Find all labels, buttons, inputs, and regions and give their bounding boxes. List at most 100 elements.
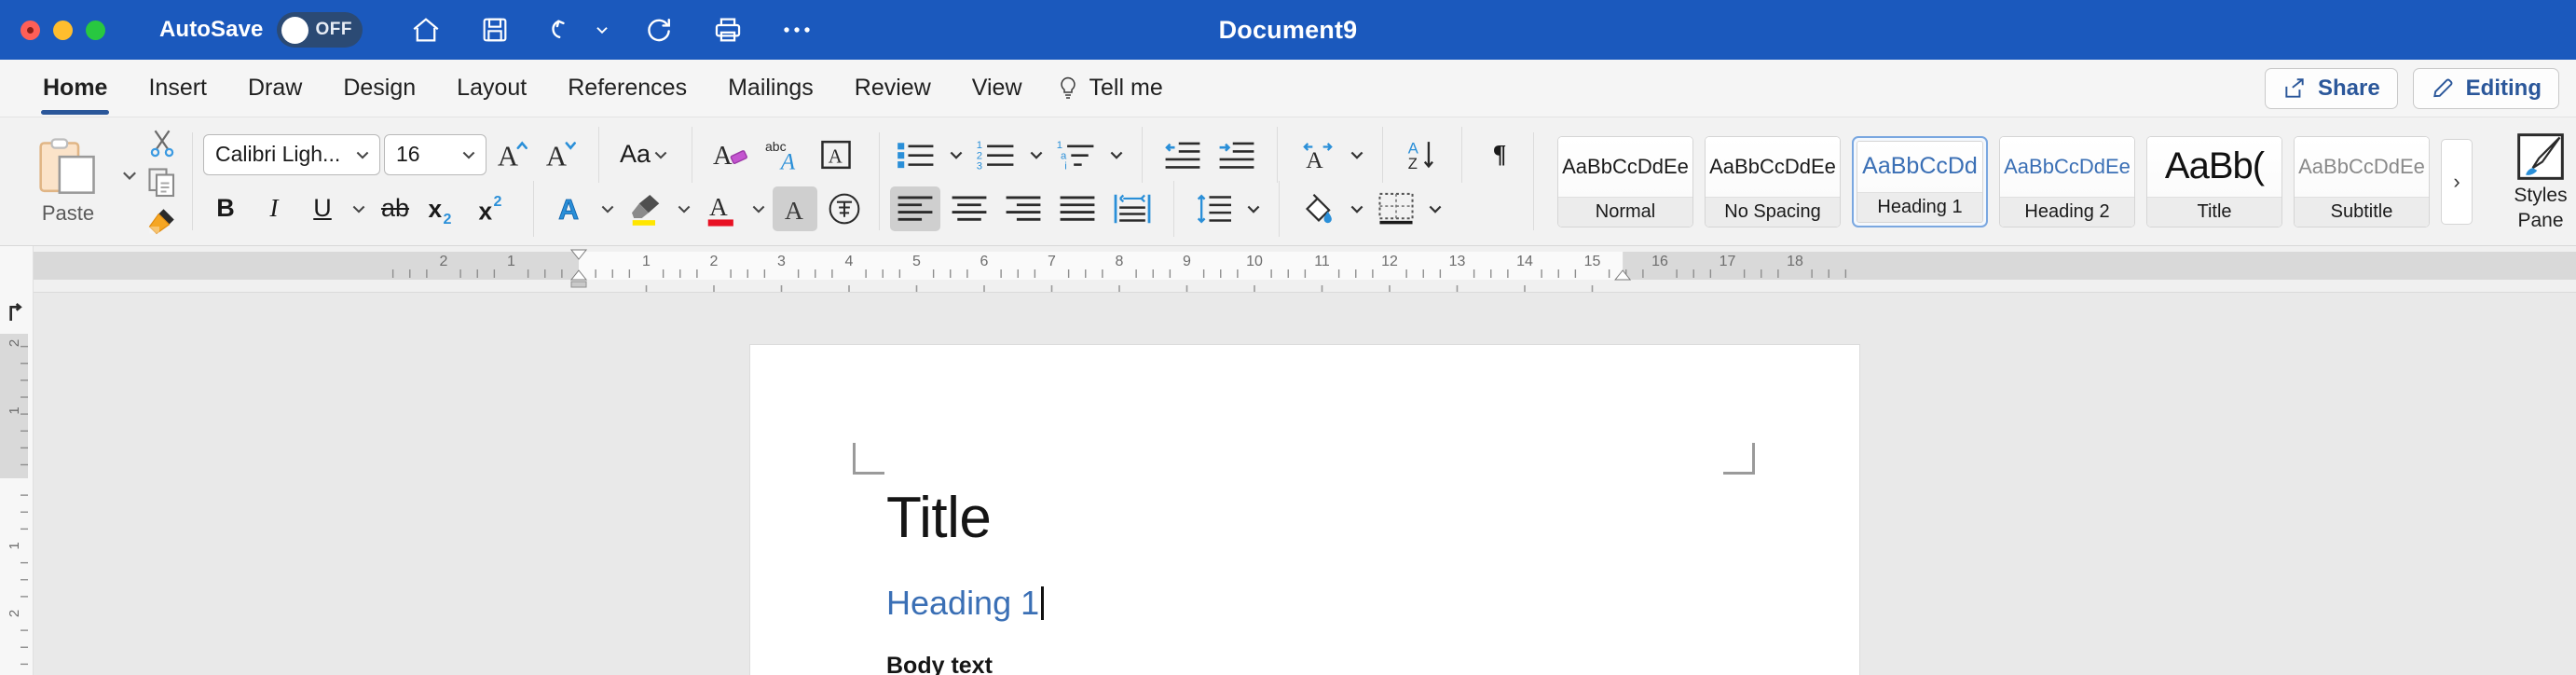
text-effects-caret-icon[interactable] (597, 199, 618, 219)
tab-insert[interactable]: Insert (128, 60, 227, 117)
highlight-caret-icon[interactable] (674, 199, 694, 219)
bullets-caret-icon[interactable] (946, 145, 966, 165)
text-effects-button[interactable]: A (549, 186, 594, 231)
text-direction-button[interactable]: A (1293, 132, 1343, 177)
styles-pane-button[interactable]: Styles Pane (2489, 131, 2576, 231)
document-page[interactable]: Title Heading 1 Body text (750, 345, 1859, 675)
share-button[interactable]: Share (2264, 68, 2398, 109)
undo-dropdown-caret-icon[interactable] (594, 21, 610, 38)
vertical-ruler[interactable]: 211234 (0, 293, 34, 675)
tab-stop-selector-button[interactable] (6, 302, 26, 329)
style-item-normal[interactable]: AaBbCcDdEe Normal (1557, 135, 1693, 227)
tab-view[interactable]: View (952, 60, 1043, 117)
clear-formatting-button[interactable]: A (707, 132, 756, 177)
numbering-button[interactable]: 1 2 3 (970, 132, 1022, 177)
font-color-button[interactable]: A (698, 186, 745, 231)
cut-button[interactable] (144, 124, 181, 161)
multilevel-caret-icon[interactable] (1106, 145, 1127, 165)
decrease-indent-button[interactable] (1158, 132, 1208, 177)
horizontal-ruler[interactable]: 2 1 1 2 3 4 5 6 7 8 9 10 11 12 13 14 15 16 17 18 (0, 246, 2576, 293)
style-item-subtitle[interactable]: AaBbCcDdEe Subtitle (2294, 135, 2430, 227)
autosave-toggle[interactable]: OFF (276, 12, 363, 48)
paste-dropdown-caret-icon[interactable] (119, 165, 140, 186)
tab-design[interactable]: Design (322, 60, 436, 117)
redo-icon[interactable] (638, 9, 679, 50)
horizontal-ruler-scale[interactable]: 2 1 1 2 3 4 5 6 7 8 9 10 11 12 13 14 15 16 17 18 (34, 246, 2576, 292)
multilevel-list-button[interactable]: 1 a i (1050, 132, 1103, 177)
tab-mailings[interactable]: Mailings (707, 60, 834, 117)
text-box-button[interactable]: A (814, 132, 858, 177)
increase-indent-button[interactable] (1212, 132, 1262, 177)
paste-icon (39, 137, 95, 194)
grow-font-button[interactable]: A (490, 132, 535, 177)
style-item-no-spacing[interactable]: AaBbCcDdEe No Spacing (1705, 135, 1841, 227)
change-case-caret-icon[interactable] (651, 145, 671, 165)
font-name-combobox[interactable]: Calibri Ligh... (203, 133, 380, 175)
paste-button[interactable]: Paste (17, 137, 119, 226)
distributed-button[interactable] (1106, 186, 1158, 231)
subscript-button[interactable]: x2 (421, 186, 468, 231)
quick-access-toolbar[interactable] (405, 9, 817, 50)
line-spacing-button[interactable] (1189, 186, 1240, 231)
save-icon[interactable] (474, 9, 515, 50)
style-item-heading-2[interactable]: AaBbCcDdEe Heading 2 (1999, 135, 2135, 227)
borders-button[interactable] (1371, 186, 1421, 231)
text-box-icon: A (821, 140, 851, 169)
font-size-combobox[interactable]: 16 (384, 133, 486, 175)
home-icon[interactable] (405, 9, 446, 50)
window-controls[interactable] (21, 20, 105, 40)
spelling-grammar-button[interactable]: abc A (760, 132, 810, 177)
numbering-caret-icon[interactable] (1026, 145, 1047, 165)
line-spacing-caret-icon[interactable] (1243, 199, 1264, 219)
font-divider-1 (598, 126, 599, 183)
maximize-window-button[interactable] (86, 20, 105, 40)
minimize-window-button[interactable] (53, 20, 73, 40)
tab-layout[interactable]: Layout (436, 60, 547, 117)
bullets-button[interactable] (890, 132, 942, 177)
sort-button[interactable]: A Z (1398, 132, 1446, 177)
phonetic-guide-button[interactable] (821, 186, 868, 231)
italic-button[interactable]: I (252, 186, 296, 231)
editing-mode-button[interactable]: Editing (2412, 68, 2559, 109)
style-name-subtitle: Subtitle (2295, 196, 2429, 227)
superscript-button[interactable]: x2 (472, 186, 518, 231)
tab-draw[interactable]: Draw (227, 60, 322, 117)
text-direction-caret-icon[interactable] (1347, 145, 1367, 165)
justify-button[interactable] (1052, 186, 1103, 231)
style-item-heading-1[interactable]: AaBbCcDd Heading 1 (1852, 135, 1988, 227)
styles-pane-label-line1: Styles (2514, 185, 2568, 207)
tab-references[interactable]: References (547, 60, 707, 117)
styles-gallery-more-button[interactable]: › (2441, 138, 2473, 225)
document-heading-paragraph[interactable]: Heading 1 (886, 584, 1045, 623)
bold-button[interactable]: B (203, 186, 248, 231)
underline-caret-icon[interactable] (349, 199, 369, 219)
tell-me-search[interactable]: Tell me (1043, 75, 1163, 102)
close-window-button[interactable] (21, 20, 40, 40)
document-canvas[interactable]: Title Heading 1 Body text (34, 293, 2576, 675)
shading-button[interactable] (1295, 186, 1343, 231)
align-right-button[interactable] (998, 186, 1048, 231)
show-formatting-marks-button[interactable]: ¶ (1477, 132, 1522, 177)
highlight-color-button[interactable] (622, 186, 670, 231)
copy-button[interactable] (144, 163, 181, 200)
document-title-paragraph[interactable]: Title (886, 485, 992, 551)
tab-review[interactable]: Review (834, 60, 952, 117)
print-icon[interactable] (707, 9, 748, 50)
underline-button[interactable]: U (300, 186, 345, 231)
align-center-button[interactable] (944, 186, 994, 231)
character-shading-button[interactable]: A (773, 186, 817, 231)
style-item-title[interactable]: AaBb( Title (2146, 135, 2282, 227)
document-body-paragraph[interactable]: Body text (886, 653, 993, 675)
more-commands-icon[interactable] (776, 9, 817, 50)
strikethrough-button[interactable]: ab (373, 186, 418, 231)
align-left-button[interactable] (890, 186, 940, 231)
undo-icon[interactable] (543, 9, 584, 50)
tab-home[interactable]: Home (22, 60, 128, 117)
font-color-caret-icon[interactable] (748, 199, 769, 219)
change-case-button[interactable]: Aa (614, 132, 677, 177)
borders-caret-icon[interactable] (1425, 199, 1446, 219)
shading-caret-icon[interactable] (1347, 199, 1367, 219)
format-painter-button[interactable] (144, 202, 181, 240)
autosave-control[interactable]: AutoSave OFF (159, 12, 363, 48)
shrink-font-button[interactable]: A (539, 132, 583, 177)
